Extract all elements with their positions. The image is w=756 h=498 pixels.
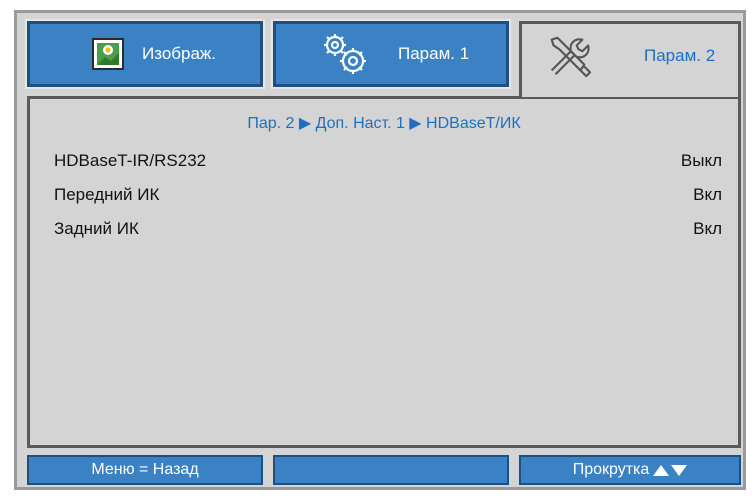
setting-value: Выкл [680,151,722,170]
image-icon [84,30,132,78]
footer-bar: Меню = Назад Прокрутка [27,455,741,485]
tab-settings-1-label: Парам. 1 [398,44,470,63]
arrow-up-icon [653,464,670,476]
breadcrumb: Пар. 2 ▶ Доп. Наст. 1 ▶ HDBaseT/ИК [247,115,521,132]
setting-row-front-ir[interactable]: Передний ИК Вкл [54,183,722,207]
tab-image-label: Изображ. [142,44,217,63]
settings-panel: Пар. 2 ▶ Доп. Наст. 1 ▶ HDBaseT/ИК HDBas… [27,96,741,448]
setting-name: Задний ИК [54,219,139,238]
setting-value: Вкл [693,185,722,204]
osd-menu: Изображ. Парам. 1 Парам. 2 Пар. 2 ▶ Доп.… [14,10,746,490]
tab-image[interactable]: Изображ. [25,19,265,89]
scroll-hint[interactable]: Прокрутка [519,455,741,485]
tools-icon [544,32,592,80]
tab-settings-2-label: Парам. 2 [644,45,716,65]
menu-back-button[interactable]: Меню = Назад [27,455,263,485]
menu-back-label: Меню = Назад [91,461,199,478]
setting-value: Вкл [693,219,722,238]
setting-name: Передний ИК [54,185,160,204]
tab-settings-1[interactable]: Парам. 1 [271,19,511,89]
gears-icon [320,30,368,78]
setting-row-rear-ir[interactable]: Задний ИК Вкл [54,217,722,241]
arrow-down-icon [671,464,688,476]
setting-name: HDBaseT-IR/RS232 [54,151,207,170]
setting-row-hdbaset[interactable]: HDBaseT-IR/RS232 Выкл [54,149,722,173]
tab-settings-2[interactable]: Парам. 2 [519,21,741,97]
footer-blank-button [273,455,509,485]
scroll-label: Прокрутка [572,461,650,478]
